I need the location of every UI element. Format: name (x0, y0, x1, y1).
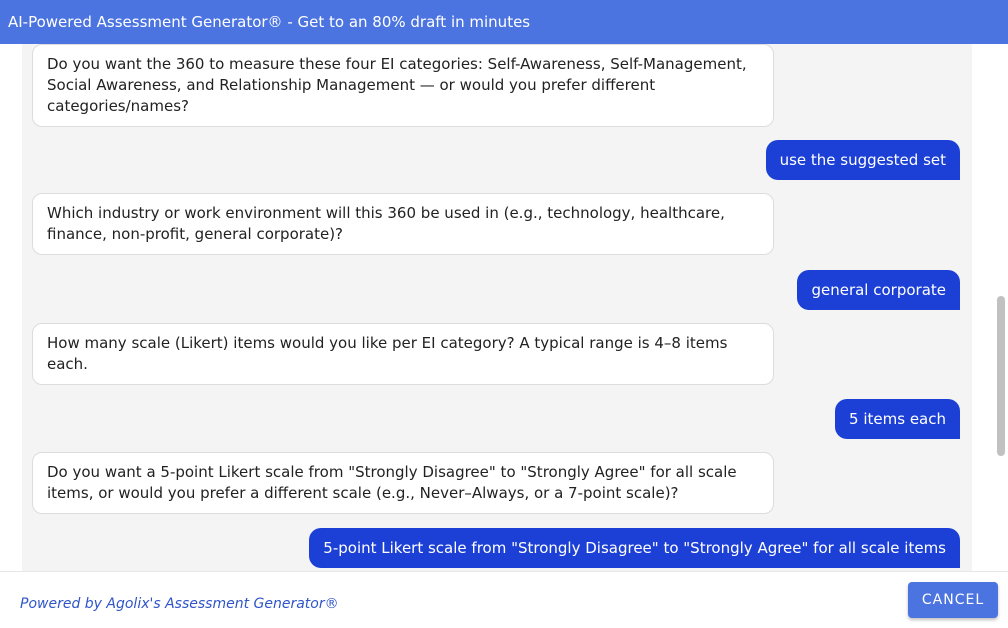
message-text: use the suggested set (779, 151, 946, 169)
powered-by-text: Powered by Agolix's Assessment Generator… (20, 596, 339, 612)
assistant-message: Do you want the 360 to measure these fou… (32, 44, 774, 127)
message-text: How many scale (Likert) items would you … (47, 334, 728, 373)
message-text: Do you want a 5-point Likert scale from … (47, 463, 737, 502)
assistant-message: Do you want a 5-point Likert scale from … (32, 452, 774, 514)
chat-transcript[interactable]: Do you want the 360 to measure these fou… (0, 44, 1008, 571)
message-text: Do you want the 360 to measure these fou… (47, 55, 747, 115)
user-message: use the suggested set (765, 140, 960, 180)
message-text: 5 items each (849, 410, 946, 428)
cancel-button[interactable]: CANCEL (908, 582, 998, 618)
app-title: AI-Powered Assessment Generator® - Get t… (8, 13, 531, 31)
message-text: general corporate (811, 281, 946, 299)
app-title-bar: AI-Powered Assessment Generator® - Get t… (0, 0, 1008, 44)
user-message: 5 items each (835, 399, 960, 439)
scrollbar-thumb[interactable] (997, 296, 1005, 456)
chat-panel: Do you want the 360 to measure these fou… (22, 44, 972, 571)
footer-bar: Powered by Agolix's Assessment Generator… (0, 571, 1008, 628)
message-text: 5-point Likert scale from "Strongly Disa… (323, 539, 946, 557)
assistant-message: How many scale (Likert) items would you … (32, 323, 774, 385)
message-text: Which industry or work environment will … (47, 204, 725, 243)
chat-scrollbar[interactable] (994, 44, 1008, 571)
user-message: general corporate (797, 270, 960, 310)
assistant-message: Which industry or work environment will … (32, 193, 774, 255)
user-message: 5-point Likert scale from "Strongly Disa… (309, 528, 960, 568)
